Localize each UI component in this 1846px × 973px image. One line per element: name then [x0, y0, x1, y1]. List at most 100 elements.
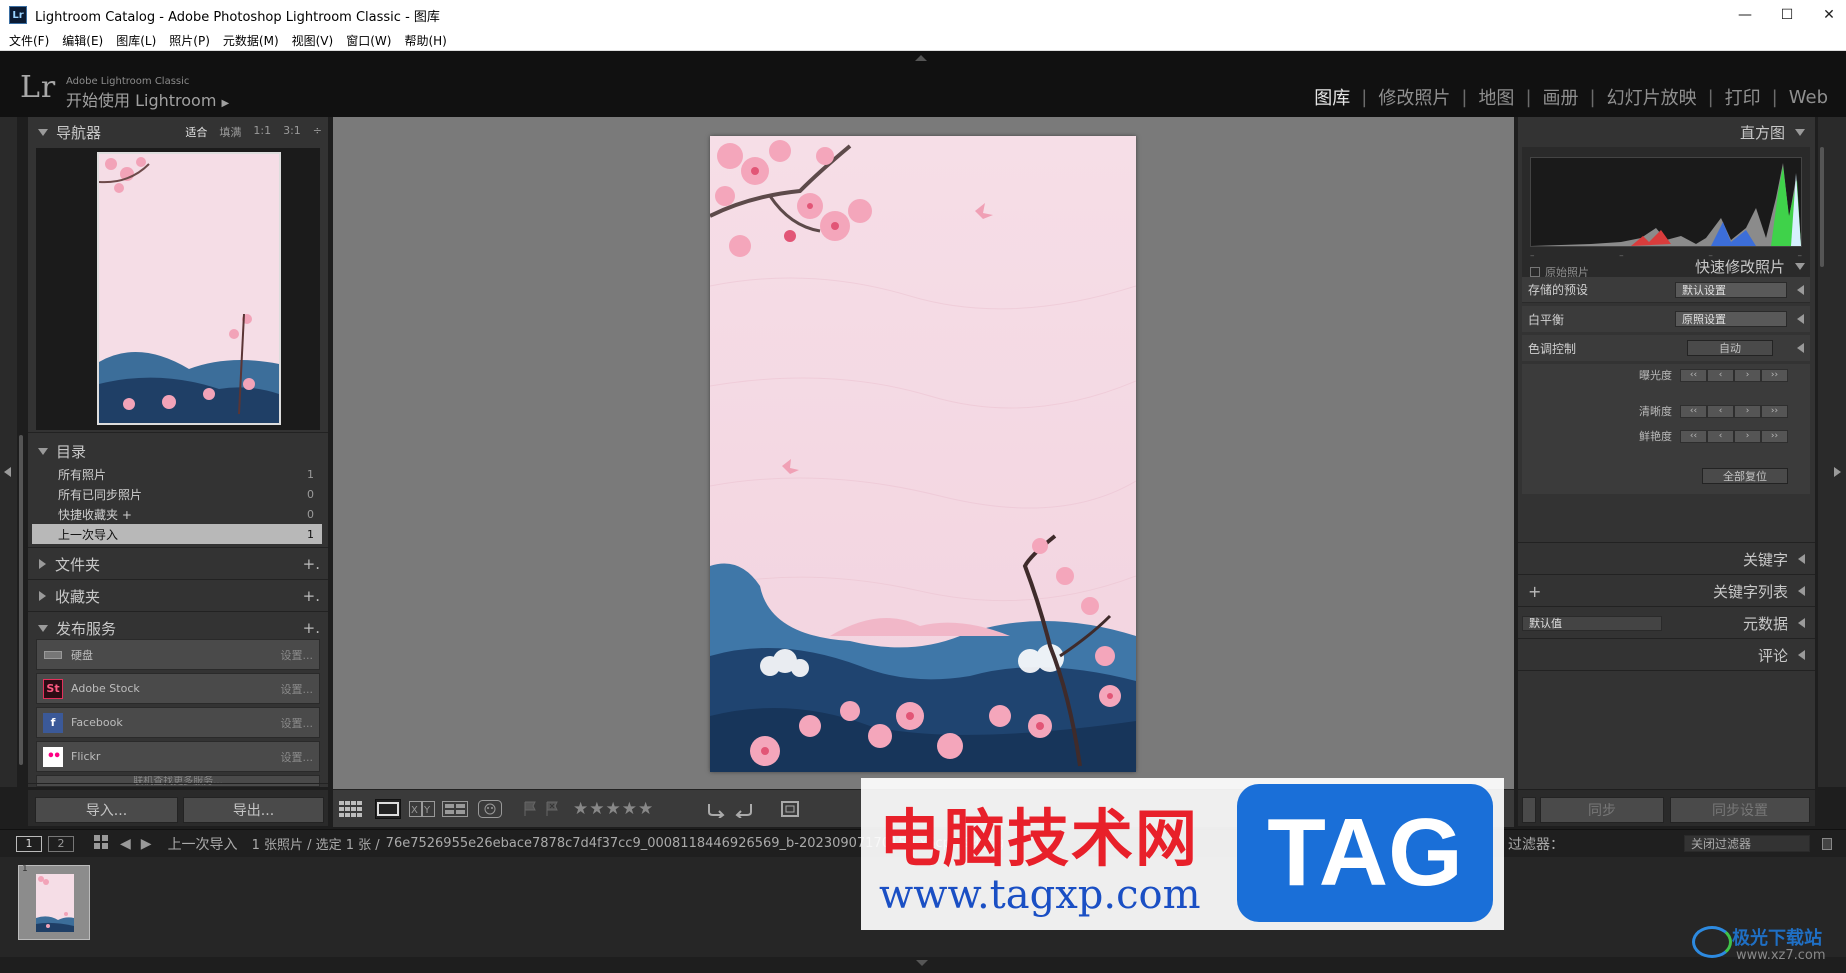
histogram-header[interactable]: 直方图	[1518, 117, 1815, 147]
module-library[interactable]: 图库	[1310, 84, 1354, 110]
step-decrease[interactable]: ‹	[1707, 404, 1734, 418]
publish-service-settings[interactable]: 设置...	[281, 681, 314, 697]
collapse-right-panel-icon[interactable]	[1834, 467, 1841, 477]
menu-photo[interactable]: 照片(P)	[169, 32, 210, 49]
add-folder-button[interactable]: +.	[303, 555, 320, 573]
next-arrow-icon[interactable]: ▶	[141, 836, 152, 852]
module-web[interactable]: Web	[1785, 87, 1832, 108]
saved-preset-select[interactable]: 默认设置	[1675, 281, 1787, 298]
maximize-button[interactable]: ☐	[1764, 0, 1810, 30]
zoom-1-1[interactable]: 1:1	[253, 124, 271, 140]
step-large-decrease[interactable]: ‹‹	[1680, 368, 1707, 382]
step-large-decrease[interactable]: ‹‹	[1680, 404, 1707, 418]
menu-file[interactable]: 文件(F)	[9, 32, 49, 49]
white-balance-expand-icon[interactable]	[1797, 314, 1804, 324]
module-print[interactable]: 打印	[1721, 84, 1765, 110]
folders-header[interactable]: 文件夹 +.	[28, 549, 328, 579]
auto-tone-button[interactable]: 自动	[1687, 340, 1773, 356]
publish-service-settings[interactable]: 设置...	[281, 749, 314, 765]
rotate-right-button[interactable]	[731, 799, 757, 819]
metadata-header[interactable]: 默认值 元数据	[1518, 608, 1815, 638]
menu-window[interactable]: 窗口(W)	[346, 32, 391, 49]
clarity-stepper[interactable]: ‹‹ ‹ › ››	[1680, 404, 1788, 418]
vibrance-stepper[interactable]: ‹‹ ‹ › ››	[1680, 429, 1788, 443]
collapse-top-panel-icon[interactable]	[915, 55, 927, 61]
flag-reject-button[interactable]	[539, 799, 565, 819]
collapse-filmstrip-icon[interactable]	[916, 960, 928, 966]
navigator-header[interactable]: 导航器 适合 填满 1:1 3:1 ÷	[28, 117, 328, 147]
export-button[interactable]: 导出...	[183, 797, 324, 823]
catalog-item-all-photos[interactable]: 所有照片 1	[32, 464, 322, 484]
keyword-list-header[interactable]: + 关键字列表	[1518, 576, 1815, 606]
zoom-3-1[interactable]: 3:1	[283, 124, 301, 140]
publish-service-settings[interactable]: 设置...	[281, 715, 314, 731]
filter-lock-icon[interactable]	[1822, 837, 1832, 850]
tone-control-expand-icon[interactable]	[1797, 343, 1804, 353]
menu-library[interactable]: 图库(L)	[116, 32, 156, 49]
crop-overlay-button[interactable]	[777, 799, 803, 819]
module-slideshow[interactable]: 幻灯片放映	[1603, 84, 1701, 110]
exposure-stepper[interactable]: ‹‹ ‹ › ››	[1680, 368, 1788, 382]
compare-view-button[interactable]: XY	[409, 799, 435, 819]
catalog-item-all-synced[interactable]: 所有已同步照片 0	[32, 484, 322, 504]
metadata-preset-select[interactable]: 默认值	[1522, 615, 1662, 631]
sync-settings-button[interactable]: 同步设置	[1670, 797, 1810, 823]
step-large-increase[interactable]: ››	[1761, 404, 1788, 418]
catalog-header[interactable]: 目录	[28, 437, 328, 465]
step-large-increase[interactable]: ››	[1761, 429, 1788, 443]
auto-sync-toggle[interactable]	[1522, 797, 1536, 823]
left-panel-edge[interactable]	[0, 117, 17, 787]
filmstrip-grid-button[interactable]	[94, 835, 108, 852]
white-balance-select[interactable]: 原照设置	[1675, 311, 1787, 327]
comments-header[interactable]: 评论	[1518, 640, 1815, 670]
step-increase[interactable]: ›	[1734, 368, 1761, 382]
star-rating[interactable]: ★★★★★	[573, 799, 654, 819]
menu-metadata[interactable]: 元数据(M)	[223, 32, 279, 49]
publish-service-adobe-stock[interactable]: St Adobe Stock 设置...	[36, 673, 320, 704]
center-loupe-view[interactable]	[333, 117, 1514, 789]
navigator-preview[interactable]	[36, 148, 320, 430]
catalog-item-quick-collection[interactable]: 快捷收藏夹 + 0	[32, 504, 322, 524]
step-increase[interactable]: ›	[1734, 404, 1761, 418]
reset-all-button[interactable]: 全部复位	[1702, 468, 1788, 484]
publish-service-settings[interactable]: 设置...	[281, 647, 314, 663]
menu-edit[interactable]: 编辑(E)	[62, 32, 103, 49]
menu-help[interactable]: 帮助(H)	[404, 32, 446, 49]
step-decrease[interactable]: ‹	[1707, 429, 1734, 443]
left-panel-scrollbar[interactable]	[19, 435, 23, 765]
filter-select[interactable]: 关闭过滤器	[1684, 835, 1810, 852]
catalog-item-previous-import[interactable]: 上一次导入 1	[32, 524, 322, 544]
saved-preset-expand-icon[interactable]	[1797, 284, 1804, 295]
rotate-left-button[interactable]	[703, 799, 729, 819]
step-large-decrease[interactable]: ‹‹	[1680, 429, 1707, 443]
right-panel-scrollbar[interactable]	[1820, 147, 1824, 267]
minimize-button[interactable]: —	[1722, 0, 1768, 30]
collections-header[interactable]: 收藏夹 +.	[28, 581, 328, 611]
right-panel-edge[interactable]	[1818, 117, 1846, 787]
add-publish-service-button[interactable]: +.	[303, 619, 320, 637]
keywording-header[interactable]: 关键字	[1518, 544, 1815, 574]
publish-service-facebook[interactable]: f Facebook 设置...	[36, 707, 320, 738]
grid-view-button[interactable]	[338, 799, 364, 819]
sync-button[interactable]: 同步	[1540, 797, 1664, 823]
import-button[interactable]: 导入...	[35, 797, 178, 823]
add-collection-button[interactable]: +.	[303, 587, 320, 605]
filmstrip-source[interactable]: 上一次导入	[168, 834, 238, 854]
step-large-increase[interactable]: ››	[1761, 368, 1788, 382]
module-book[interactable]: 画册	[1539, 84, 1583, 110]
filmstrip-thumbnail[interactable]: 1	[18, 864, 90, 940]
module-develop[interactable]: 修改照片	[1374, 84, 1454, 110]
find-more-services-button[interactable]: 联机查找更多服务...	[36, 775, 320, 787]
previous-arrow-icon[interactable]: ◀	[120, 836, 131, 852]
zoom-fit[interactable]: 适合	[185, 124, 207, 140]
loupe-view-button[interactable]	[375, 799, 401, 819]
brand-large[interactable]: 开始使用 Lightroom ▶	[66, 87, 229, 111]
close-button[interactable]: ✕	[1806, 0, 1846, 30]
zoom-more-icon[interactable]: ÷	[313, 124, 322, 140]
collapse-left-panel-icon[interactable]	[4, 467, 11, 477]
screen-1-button[interactable]: 1	[16, 835, 42, 852]
step-increase[interactable]: ›	[1734, 429, 1761, 443]
module-map[interactable]: 地图	[1474, 84, 1518, 110]
menu-view[interactable]: 视图(V)	[292, 32, 334, 49]
zoom-fill[interactable]: 填满	[219, 124, 241, 140]
